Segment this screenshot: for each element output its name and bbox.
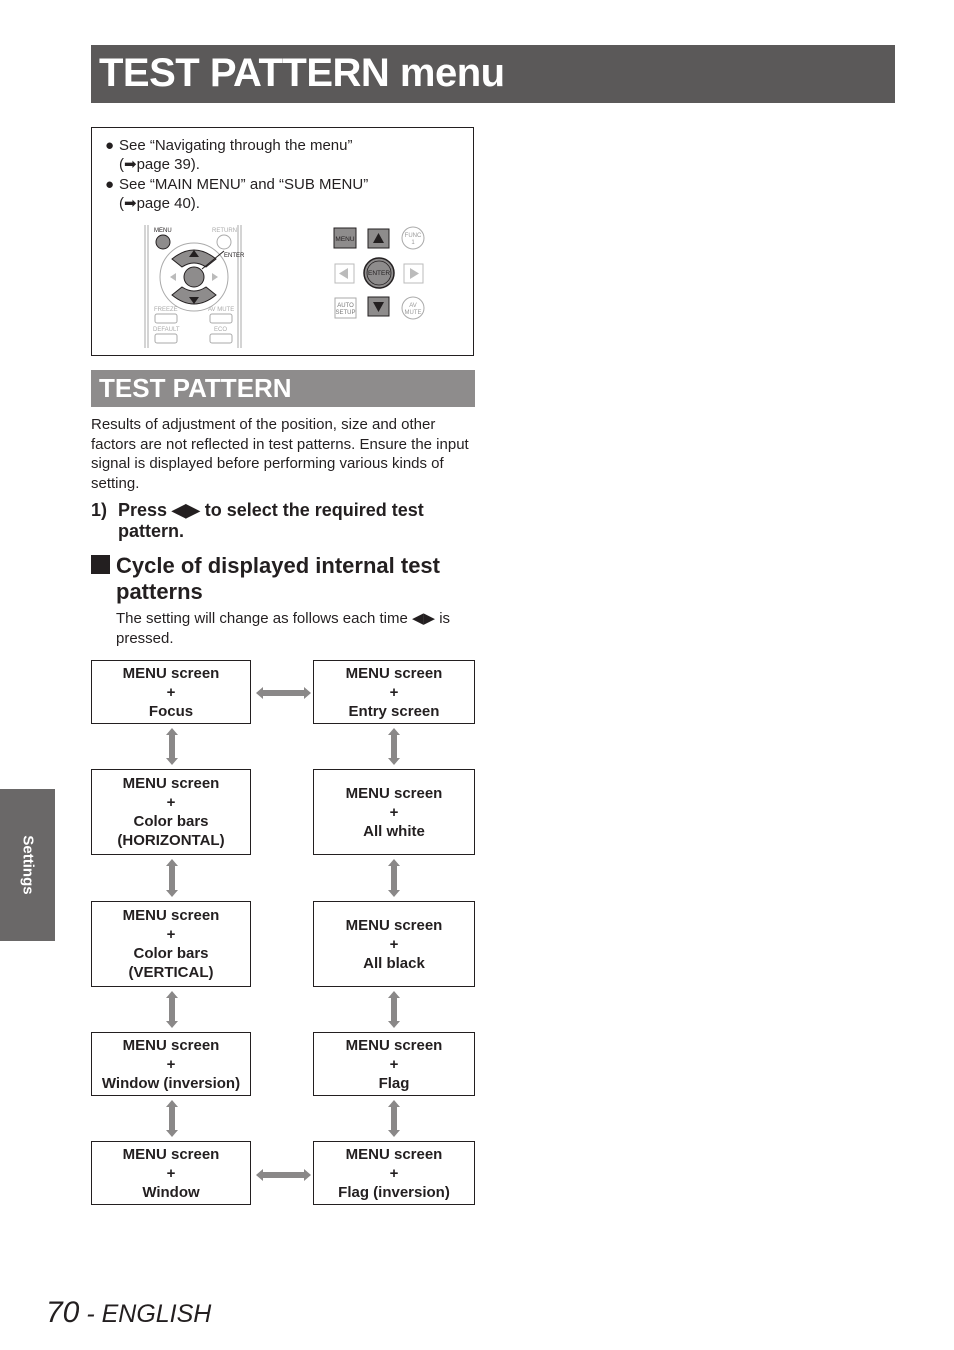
footer-language: - ENGLISH bbox=[79, 1300, 212, 1328]
side-tab-label: Settings bbox=[19, 835, 36, 895]
horizontal-double-arrow-icon bbox=[256, 687, 311, 699]
page-number: 70 bbox=[46, 1296, 80, 1329]
vertical-double-arrow-icon bbox=[388, 728, 400, 765]
flow-arrows bbox=[166, 687, 400, 1181]
vertical-double-arrow-icon bbox=[388, 991, 400, 1028]
settings-side-tab: Settings bbox=[0, 789, 55, 941]
vertical-double-arrow-icon bbox=[166, 991, 178, 1028]
vertical-double-arrow-icon bbox=[166, 1100, 178, 1137]
vertical-double-arrow-icon bbox=[388, 1100, 400, 1137]
vertical-double-arrow-icon bbox=[388, 859, 400, 897]
page-footer: 70 - ENGLISH bbox=[46, 1296, 211, 1330]
vertical-double-arrow-icon bbox=[166, 859, 178, 897]
vertical-double-arrow-icon bbox=[166, 728, 178, 765]
horizontal-double-arrow-icon bbox=[256, 1169, 311, 1181]
